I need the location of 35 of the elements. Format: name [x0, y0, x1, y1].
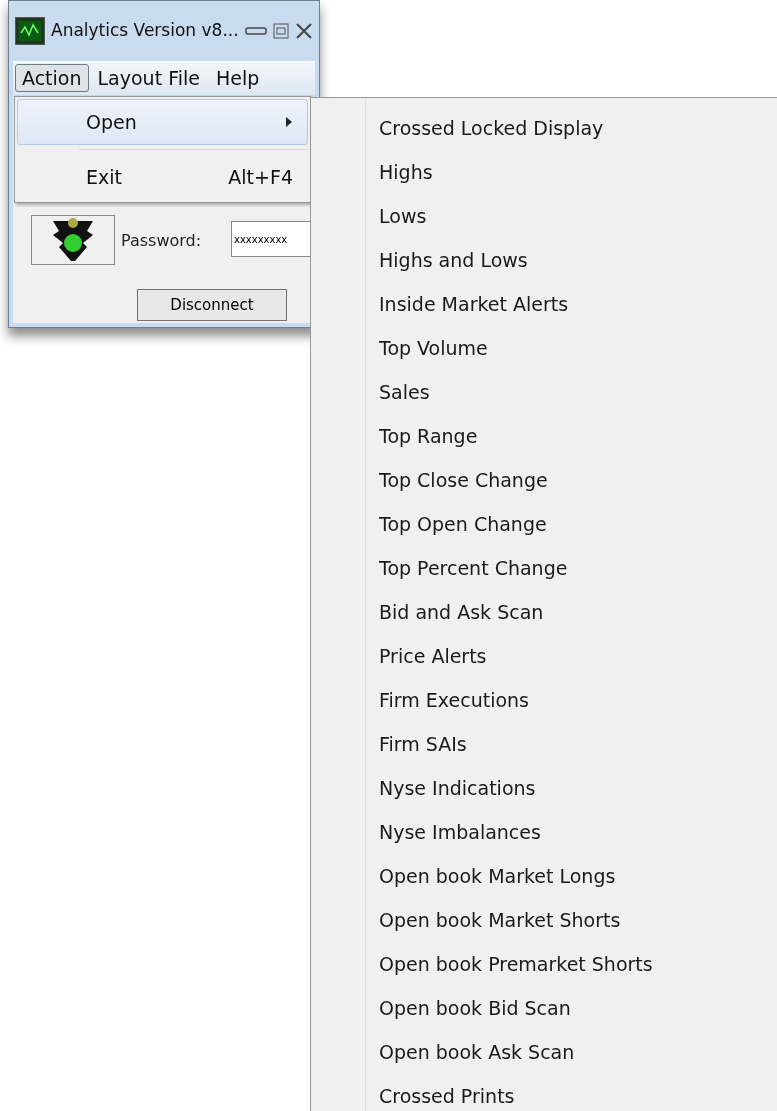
submenu-item[interactable]: Bid and Ask Scan — [311, 589, 777, 633]
submenu-item[interactable]: Open book Bid Scan — [311, 985, 777, 1029]
submenu-item[interactable]: Nyse Imbalances — [311, 809, 777, 853]
disconnect-button[interactable]: Disconnect — [137, 289, 287, 321]
submenu-item[interactable]: Open book Premarket Shorts — [311, 941, 777, 985]
submenu-item[interactable]: Open book Market Shorts — [311, 897, 777, 941]
submenu-item[interactable]: Top Close Change — [311, 457, 777, 501]
menu-item[interactable]: Help — [208, 63, 267, 93]
menu-item[interactable]: Layout File — [90, 63, 207, 93]
submenu-item[interactable]: Inside Market Alerts — [311, 281, 777, 325]
window-title: Analytics Version v8... — [51, 19, 239, 43]
menu-item[interactable]: Open — [17, 99, 308, 145]
submenu-item[interactable]: Firm SAIs — [311, 721, 777, 765]
app-icon — [15, 17, 45, 45]
submenu-item[interactable]: Nyse Indications — [311, 765, 777, 809]
submenu-item[interactable]: Highs — [311, 149, 777, 193]
menu-item[interactable]: Action — [15, 63, 89, 93]
submenu-item[interactable]: Open book Market Longs — [311, 853, 777, 897]
menu-item[interactable]: Exit Alt+F4 — [17, 154, 308, 200]
maximize-icon[interactable] — [273, 23, 289, 39]
submenu-item[interactable]: Top Volume — [311, 325, 777, 369]
submenu-item[interactable]: Firm Executions — [311, 677, 777, 721]
submenu-arrow-icon — [285, 116, 293, 128]
submenu-item[interactable]: Price Alerts — [311, 633, 777, 677]
minimize-icon[interactable] — [245, 26, 267, 36]
password-label: Password: — [121, 230, 202, 252]
close-icon[interactable] — [295, 22, 313, 40]
submenu-item[interactable]: Crossed Locked Display — [311, 105, 777, 149]
submenu-item[interactable]: Crossed Prints — [311, 1073, 777, 1111]
submenu-item[interactable]: Top Percent Change — [311, 545, 777, 589]
submenu-item[interactable]: Top Range — [311, 413, 777, 457]
submenu-item[interactable]: Sales — [311, 369, 777, 413]
submenu-item[interactable]: Top Open Change — [311, 501, 777, 545]
traffic-light-button[interactable] — [31, 215, 115, 265]
submenu-item[interactable]: Open book Ask Scan — [311, 1029, 777, 1073]
